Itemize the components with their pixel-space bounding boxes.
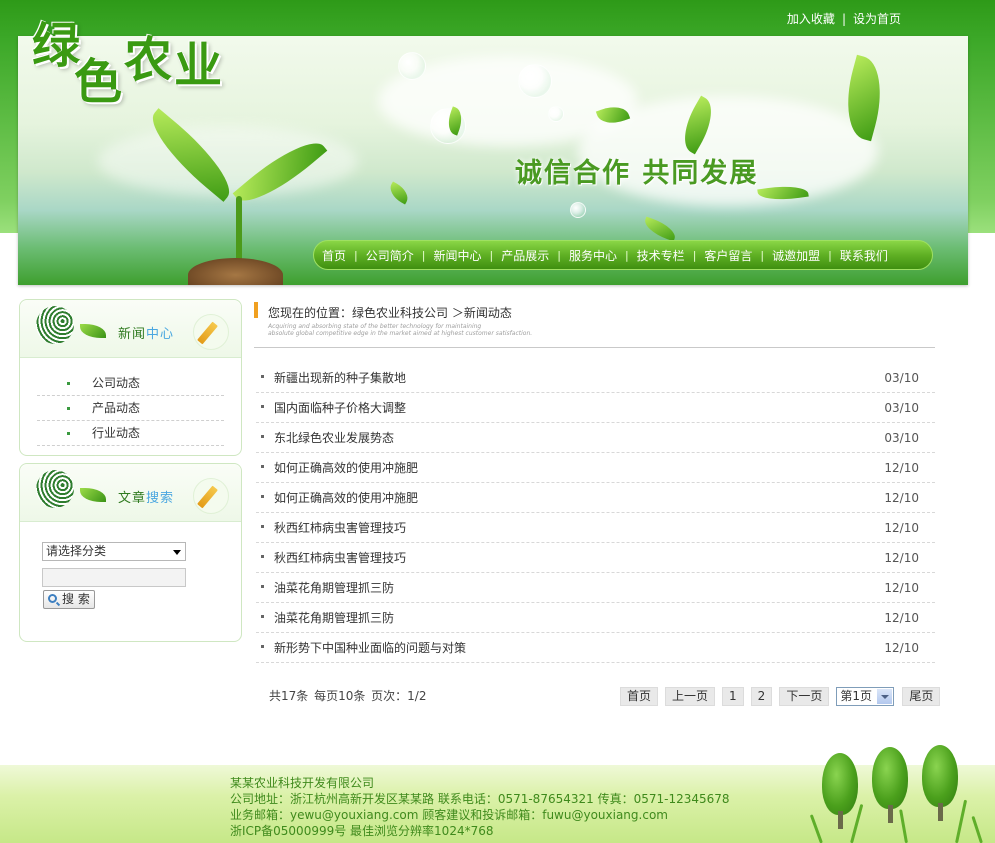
- leaf-icon: [80, 324, 106, 338]
- page-2-button[interactable]: 2: [750, 687, 773, 706]
- news-item[interactable]: 新疆出现新的种子集散地 03/10: [256, 363, 935, 393]
- chevron-down-icon: [877, 689, 893, 704]
- page-select[interactable]: 第1页: [836, 687, 895, 706]
- category-product-news[interactable]: 产品动态: [37, 396, 224, 421]
- breadcrumb-bar: 您现在的位置：绿色农业科技公司 ＞新闻动态 Acquiring and abso…: [254, 300, 935, 348]
- add-favorite-link[interactable]: 加入收藏: [787, 12, 835, 26]
- search-icon: [48, 594, 57, 603]
- breadcrumb-marker: [254, 302, 258, 318]
- icp-record: 浙ICP备05000999号 最佳浏览分辨率1024*768: [230, 824, 494, 838]
- leaf-icon: [80, 488, 106, 502]
- news-item[interactable]: 如何正确高效的使用冲施肥 12/10: [256, 453, 935, 483]
- divider: |: [841, 12, 846, 26]
- company-email: 业务邮箱：yewu@youxiang.com 顾客建议和投诉邮箱：fuwu@yo…: [230, 808, 668, 822]
- bubble: [518, 64, 552, 98]
- box-title: 文章搜索: [118, 491, 175, 506]
- logo-char: 业: [174, 38, 223, 94]
- logo-char: 色: [74, 54, 123, 110]
- set-homepage-link[interactable]: 设为首页: [853, 12, 901, 26]
- top-links: 加入收藏 | 设为首页: [787, 10, 901, 27]
- pagination: 首页 上一页 1 2 下一页 第1页 尾页: [620, 687, 947, 706]
- news-item[interactable]: 新形势下中国种业面临的问题与对策 12/10: [256, 633, 935, 663]
- category-industry-news[interactable]: 行业动态: [37, 421, 224, 446]
- soil: [188, 258, 283, 285]
- search-input[interactable]: [42, 568, 186, 587]
- nav-about[interactable]: 公司简介: [366, 247, 414, 264]
- news-item[interactable]: 秋西红柿病虫害管理技巧 12/10: [256, 543, 935, 573]
- first-page-button[interactable]: 首页: [620, 687, 659, 706]
- chevron-down-icon: [173, 550, 181, 555]
- nav-divider: |: [354, 248, 358, 262]
- category-company-news[interactable]: 公司动态: [37, 371, 224, 396]
- next-page-button[interactable]: 下一页: [779, 687, 830, 706]
- last-page-button[interactable]: 尾页: [902, 687, 941, 706]
- nav-tech[interactable]: 技术专栏: [637, 247, 685, 264]
- nav-guestbook[interactable]: 客户留言: [704, 247, 752, 264]
- nav-divider: |: [760, 248, 765, 262]
- pencil-icon: [193, 478, 229, 514]
- nav-contact[interactable]: 联系我们: [840, 247, 888, 264]
- main-nav: 首页 | 公司简介 | 新闻中心 | 产品展示 | 服务中心 | 技术专栏 | 客户留言 | …: [313, 240, 933, 270]
- bubble: [570, 202, 586, 218]
- article-search-box: 文章搜索 请选择分类 搜 索: [19, 463, 242, 642]
- grass: [850, 803, 864, 843]
- news-item[interactable]: 东北绿色农业发展势态 03/10: [256, 423, 935, 453]
- banner-slogan: 诚信合作 共同发展: [515, 158, 759, 189]
- category-select[interactable]: 请选择分类: [42, 542, 186, 561]
- pagination-info: 共17条 每页10条 页次：1/2: [269, 689, 427, 703]
- nav-divider: |: [421, 248, 426, 262]
- bubble: [398, 52, 426, 80]
- news-item[interactable]: 如何正确高效的使用冲施肥 12/10: [256, 483, 935, 513]
- box-header: 文章搜索: [20, 464, 241, 522]
- prev-page-button[interactable]: 上一页: [665, 687, 716, 706]
- breadcrumb: 您现在的位置：绿色农业科技公司 ＞新闻动态: [268, 306, 512, 320]
- footer: 某某农业科技开发有限公司 公司地址：浙江杭州高新开发区某某路 联系电话：0571…: [0, 745, 995, 843]
- company-address: 公司地址：浙江杭州高新开发区某某路 联系电话：0571-87654321 传真：…: [230, 792, 730, 806]
- swirl-logo-icon: [36, 470, 74, 508]
- search-button[interactable]: 搜 索: [43, 590, 95, 609]
- nav-products[interactable]: 产品展示: [501, 247, 549, 264]
- breadcrumb-tagline: Acquiring and absorbing state of the bet…: [268, 323, 533, 337]
- nav-divider: |: [624, 248, 629, 262]
- logo-char: 绿: [32, 18, 81, 74]
- category-list: 公司动态 产品动态 行业动态: [20, 358, 241, 446]
- news-item[interactable]: 油菜花角期管理抓三防 12/10: [256, 573, 935, 603]
- logo-char: 农: [124, 32, 173, 88]
- sprout-stem: [236, 196, 242, 266]
- grass: [899, 809, 908, 843]
- leaf: [385, 181, 413, 205]
- pencil-icon: [193, 314, 229, 350]
- bubble: [548, 106, 564, 122]
- grass: [971, 815, 983, 843]
- news-center-box: 新闻中心 公司动态 产品动态 行业动态: [19, 299, 242, 456]
- news-list: 新疆出现新的种子集散地 03/10 国内面临种子价格大调整 03/10 东北绿色农业…: [256, 363, 935, 663]
- nav-home[interactable]: 首页: [322, 247, 346, 264]
- page-1-button[interactable]: 1: [722, 687, 744, 706]
- news-item[interactable]: 秋西红柿病虫害管理技巧 12/10: [256, 513, 935, 543]
- box-title: 新闻中心: [118, 327, 175, 342]
- nav-divider: |: [828, 248, 832, 262]
- nav-news[interactable]: 新闻中心: [433, 247, 481, 264]
- news-item[interactable]: 油菜花角期管理抓三防 12/10: [256, 603, 935, 633]
- grass: [955, 799, 968, 843]
- footer-info: 某某农业科技开发有限公司 公司地址：浙江杭州高新开发区某某路 联系电话：0571…: [230, 775, 730, 839]
- leaf: [641, 216, 679, 242]
- nav-divider: |: [557, 248, 561, 262]
- grass: [809, 814, 823, 843]
- nav-divider: |: [489, 248, 494, 262]
- news-item[interactable]: 国内面临种子价格大调整 03/10: [256, 393, 935, 423]
- swirl-logo-icon: [36, 306, 74, 344]
- nav-divider: |: [692, 248, 697, 262]
- nav-services[interactable]: 服务中心: [569, 247, 617, 264]
- nav-join[interactable]: 诚邀加盟: [772, 247, 820, 264]
- company-name: 某某农业科技开发有限公司: [230, 776, 375, 790]
- box-header: 新闻中心: [20, 300, 241, 358]
